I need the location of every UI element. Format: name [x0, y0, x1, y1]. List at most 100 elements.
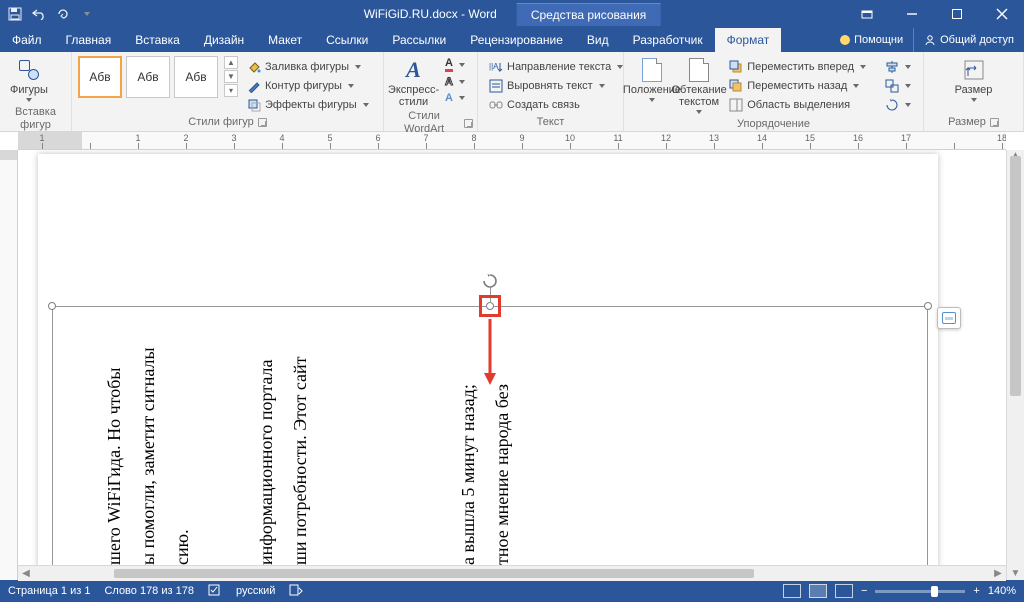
document-page: шего WiFiГида. Но чтобы ы помогли, замет…	[38, 154, 938, 580]
text-outline-button[interactable]: A	[441, 75, 471, 89]
tab-format[interactable]: Формат	[715, 28, 782, 52]
create-link-button[interactable]: Создать связь	[484, 96, 629, 113]
text-fill-button[interactable]: A	[441, 56, 471, 73]
tab-file[interactable]: Файл	[0, 28, 54, 52]
rotate-handle[interactable]	[482, 273, 498, 289]
position-button[interactable]: Положение	[630, 56, 674, 106]
dialog-launcher-icon[interactable]	[258, 118, 267, 127]
style-swatch-2[interactable]: Абв	[126, 56, 170, 98]
page-count[interactable]: Страница 1 из 1	[8, 585, 90, 597]
dialog-launcher-icon[interactable]	[464, 119, 473, 128]
maximize-icon[interactable]	[934, 0, 979, 28]
quick-styles-label: Экспресс- стили	[388, 84, 439, 108]
send-backward-icon	[728, 78, 743, 93]
layout-options-button[interactable]	[937, 307, 961, 329]
minimize-icon[interactable]	[889, 0, 934, 28]
text-direction-button[interactable]: ||AНаправление текста	[484, 58, 629, 75]
scroll-thumb[interactable]	[1010, 156, 1021, 396]
tab-home[interactable]: Главная	[54, 28, 124, 52]
wrap-icon	[689, 58, 709, 82]
selection-pane-icon	[728, 97, 743, 112]
dialog-launcher-icon[interactable]	[990, 118, 999, 127]
resize-handle[interactable]	[924, 302, 932, 310]
shape-text: ши потребности. Этот сайт	[287, 325, 313, 565]
horizontal-ruler[interactable]: 1123456789101112131415161718	[18, 132, 1006, 150]
size-button[interactable]: Размер	[951, 56, 997, 106]
zoom-slider[interactable]	[875, 590, 965, 593]
style-swatch-3[interactable]: Абв	[174, 56, 218, 98]
scroll-down-icon[interactable]: ▼	[1007, 566, 1024, 580]
track-changes-icon[interactable]	[289, 584, 303, 599]
wrap-text-button[interactable]: Обтекание текстом	[678, 56, 720, 118]
group-objects-button[interactable]	[880, 77, 917, 94]
rotate-button[interactable]	[880, 96, 917, 113]
person-icon	[924, 34, 936, 46]
send-backward-label: Переместить назад	[747, 80, 847, 92]
tell-me[interactable]: Помощни	[830, 28, 913, 52]
shape-fill-button[interactable]: Заливка фигуры	[242, 58, 375, 75]
page-canvas[interactable]: шего WiFiГида. Но чтобы ы помогли, замет…	[18, 150, 1006, 580]
zoom-value[interactable]: 140%	[988, 585, 1016, 597]
style-swatch-1[interactable]: Абв	[78, 56, 122, 98]
send-backward-button[interactable]: Переместить назад	[724, 77, 872, 94]
tab-layout[interactable]: Макет	[256, 28, 314, 52]
close-icon[interactable]	[979, 0, 1024, 28]
undo-icon[interactable]	[30, 5, 48, 23]
read-mode-icon[interactable]	[783, 584, 801, 598]
align-text-label: Выровнять текст	[507, 80, 593, 92]
text-direction-icon: ||A	[488, 59, 503, 74]
shape-style-gallery[interactable]: Абв Абв Абв ▲▼▾	[78, 56, 238, 98]
quick-styles-button[interactable]: A Экспресс- стили	[390, 56, 437, 110]
tell-me-label: Помощни	[854, 34, 903, 46]
text-box-shape[interactable]: шего WiFiГида. Но чтобы ы помогли, замет…	[52, 306, 928, 566]
document-area: 1123456789101112131415161718 ▲ ▼	[0, 132, 1024, 580]
web-layout-icon[interactable]	[835, 584, 853, 598]
zoom-in-icon[interactable]: +	[973, 585, 979, 597]
share-label: Общий доступ	[940, 34, 1014, 46]
gallery-scroll[interactable]: ▲▼▾	[224, 56, 238, 98]
align-objects-icon	[884, 59, 899, 74]
tab-mailings[interactable]: Рассылки	[380, 28, 458, 52]
shape-effects-button[interactable]: Эффекты фигуры	[242, 96, 375, 113]
share-button[interactable]: Общий доступ	[913, 28, 1024, 52]
word-count[interactable]: Слово 178 из 178	[104, 585, 194, 597]
bring-forward-icon	[728, 59, 743, 74]
shape-outline-button[interactable]: Контур фигуры	[242, 77, 375, 94]
align-button[interactable]	[880, 58, 917, 75]
tab-review[interactable]: Рецензирование	[458, 28, 575, 52]
group-text: Текст	[537, 116, 565, 129]
zoom-out-icon[interactable]: −	[861, 585, 867, 597]
shapes-icon	[19, 60, 39, 80]
vertical-ruler[interactable]	[0, 150, 18, 580]
language[interactable]: русский	[236, 585, 275, 597]
bring-forward-button[interactable]: Переместить вперед	[724, 58, 872, 75]
text-effects-button[interactable]: A	[441, 91, 471, 105]
shape-text: ы помогли, заметит сигналы	[135, 325, 161, 565]
shape-text: а вышла 5 минут назад;	[455, 325, 481, 565]
annotation-highlight	[479, 295, 501, 317]
shapes-button[interactable]: Фигуры	[6, 56, 52, 106]
print-layout-icon[interactable]	[809, 584, 827, 598]
tab-insert[interactable]: Вставка	[123, 28, 192, 52]
tab-developer[interactable]: Разработчик	[621, 28, 715, 52]
horizontal-scrollbar[interactable]: ◀ ▶	[18, 565, 1006, 581]
save-icon[interactable]	[6, 5, 24, 23]
tab-view[interactable]: Вид	[575, 28, 621, 52]
tab-design[interactable]: Дизайн	[192, 28, 256, 52]
effects-icon	[246, 97, 261, 112]
selection-pane-button[interactable]: Область выделения	[724, 96, 872, 113]
qat-dropdown-icon[interactable]	[78, 5, 96, 23]
rotate-icon	[884, 97, 899, 112]
align-text-button[interactable]: Выровнять текст	[484, 77, 629, 94]
resize-handle[interactable]	[48, 302, 56, 310]
wordart-icon: A	[402, 58, 426, 82]
spellcheck-icon[interactable]	[208, 583, 222, 600]
tab-references[interactable]: Ссылки	[314, 28, 380, 52]
ribbon-display-icon[interactable]	[844, 0, 889, 28]
scroll-left-icon[interactable]: ◀	[18, 568, 34, 579]
shape-text: информационного портала	[253, 325, 279, 565]
redo-icon[interactable]	[54, 5, 72, 23]
vertical-scrollbar[interactable]: ▲ ▼	[1006, 150, 1024, 580]
scroll-thumb[interactable]	[114, 569, 754, 578]
scroll-right-icon[interactable]: ▶	[990, 568, 1006, 579]
